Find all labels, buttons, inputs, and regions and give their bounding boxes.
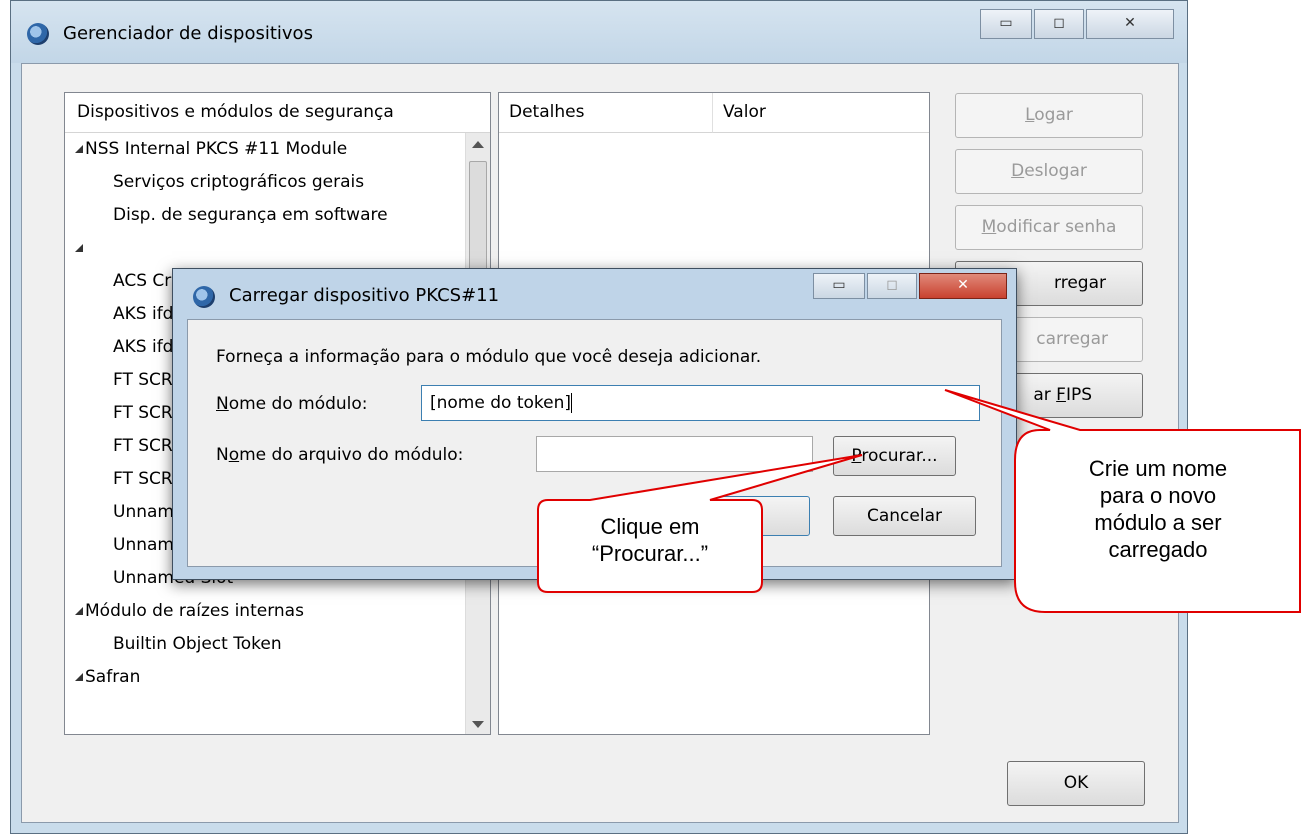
name-callout-line: para o novo: [1099, 483, 1217, 508]
callout-shapes: [537, 389, 1301, 613]
name-callout: Crie um nome para o novo módulo a ser ca…: [1017, 455, 1299, 563]
name-callout-line: Crie um nome: [1088, 456, 1228, 481]
browse-callout-line: “Procurar...”: [591, 541, 709, 566]
browse-callout-line: Clique em: [600, 514, 700, 539]
name-callout-line: módulo a ser: [1094, 510, 1222, 535]
browse-callout: Clique em “Procurar...”: [540, 513, 760, 567]
name-callout-line: carregado: [1108, 537, 1208, 562]
